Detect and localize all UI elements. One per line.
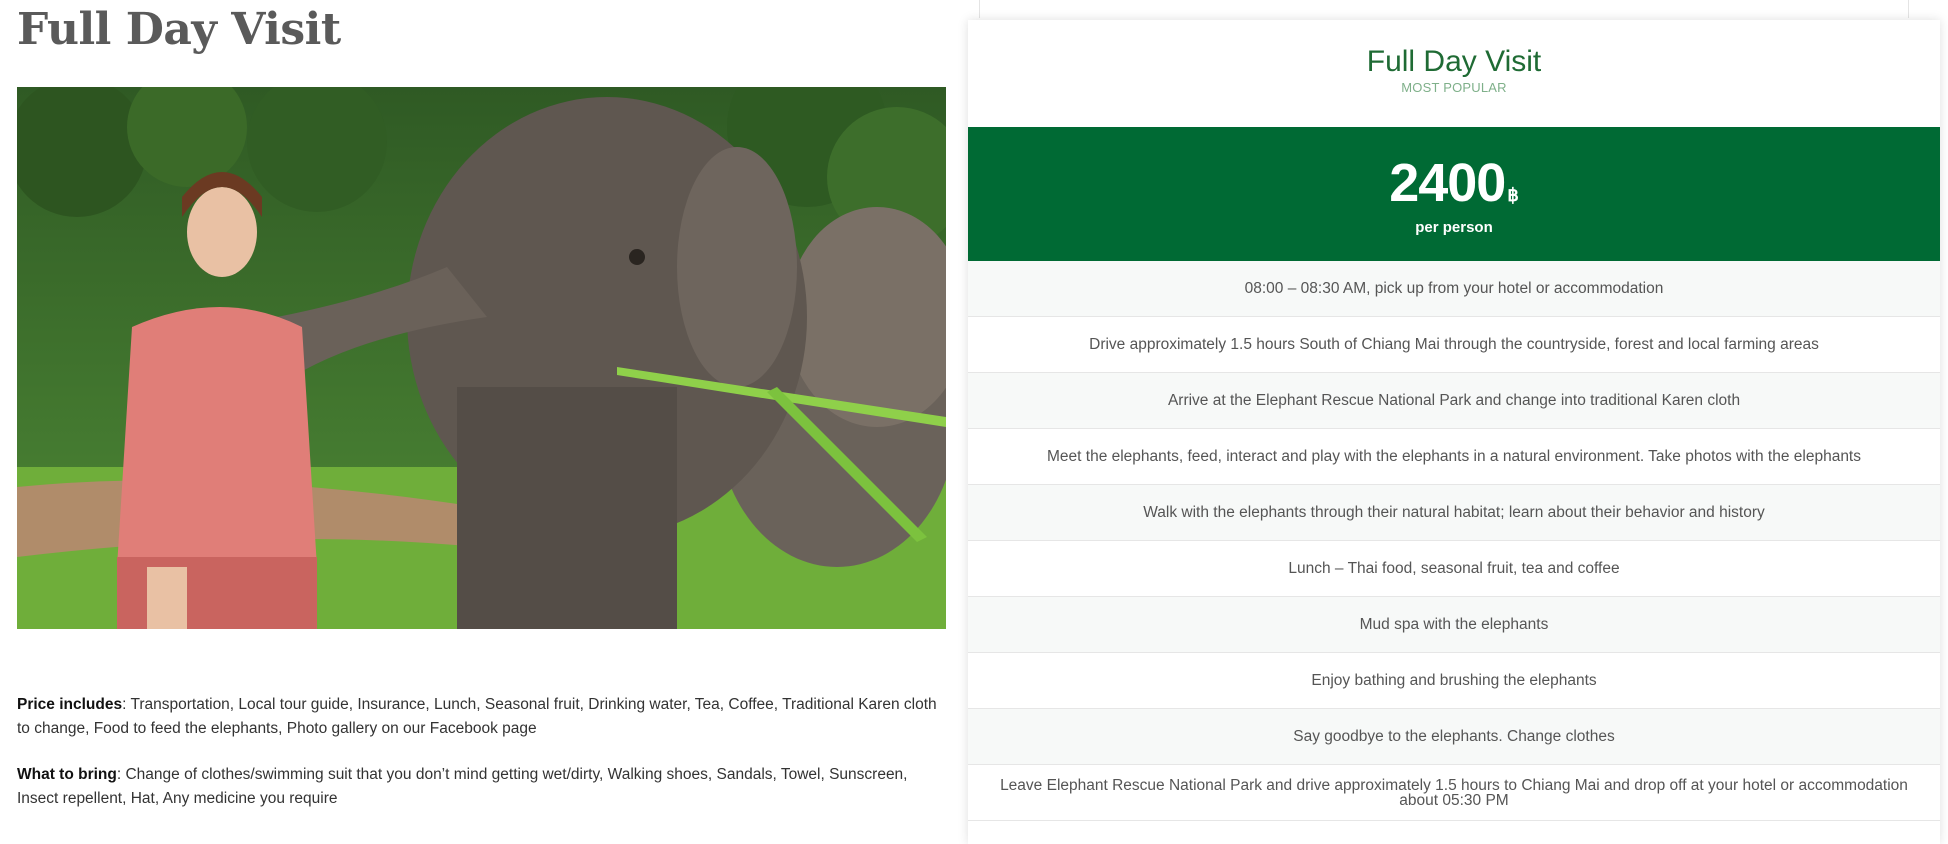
feature-item: Say goodbye to the elephants. Change clo… bbox=[968, 709, 1940, 765]
divider bbox=[1908, 0, 1909, 18]
price-unit: per person bbox=[1415, 219, 1493, 236]
price-amount: 2400 bbox=[1389, 153, 1506, 213]
price-includes-label: Price includes bbox=[17, 695, 123, 713]
price-band: 2400 ฿ per person bbox=[968, 127, 1940, 261]
feature-item: Mud spa with the elephants bbox=[968, 597, 1940, 653]
plan-badge: MOST POPULAR bbox=[1401, 80, 1507, 95]
what-to-bring-label: What to bring bbox=[17, 765, 117, 783]
feature-item: Drive approximately 1.5 hours South of C… bbox=[968, 317, 1940, 373]
pricing-card: Full Day Visit MOST POPULAR 2400 ฿ per pe… bbox=[968, 20, 1940, 844]
feature-item: Leave Elephant Rescue National Park and … bbox=[968, 765, 1940, 821]
feature-item: Arrive at the Elephant Rescue National P… bbox=[968, 373, 1940, 429]
tour-photo bbox=[17, 87, 946, 629]
feature-item: 08:00 – 08:30 AM, pick up from your hote… bbox=[968, 261, 1940, 317]
what-to-bring-text: : Change of clothes/swimming suit that y… bbox=[17, 765, 908, 807]
what-to-bring: What to bring: Change of clothes/swimmin… bbox=[17, 763, 947, 811]
price-includes: Price includes: Transportation, Local to… bbox=[17, 693, 947, 741]
feature-list: 08:00 – 08:30 AM, pick up from your hote… bbox=[968, 261, 1940, 821]
feature-item: Meet the elephants, feed, interact and p… bbox=[968, 429, 1940, 485]
divider bbox=[979, 0, 980, 18]
feature-item: Enjoy bathing and brushing the elephants bbox=[968, 653, 1940, 709]
price-includes-text: : Transportation, Local tour guide, Insu… bbox=[17, 695, 937, 737]
plan-name: Full Day Visit bbox=[1366, 45, 1542, 78]
feature-item: Walk with the elephants through their na… bbox=[968, 485, 1940, 541]
feature-item: Lunch – Thai food, seasonal fruit, tea a… bbox=[968, 541, 1940, 597]
page-title: Full Day Visit bbox=[17, 4, 341, 55]
plan-header: Full Day Visit MOST POPULAR bbox=[968, 20, 1940, 127]
price-currency: ฿ bbox=[1507, 185, 1519, 205]
